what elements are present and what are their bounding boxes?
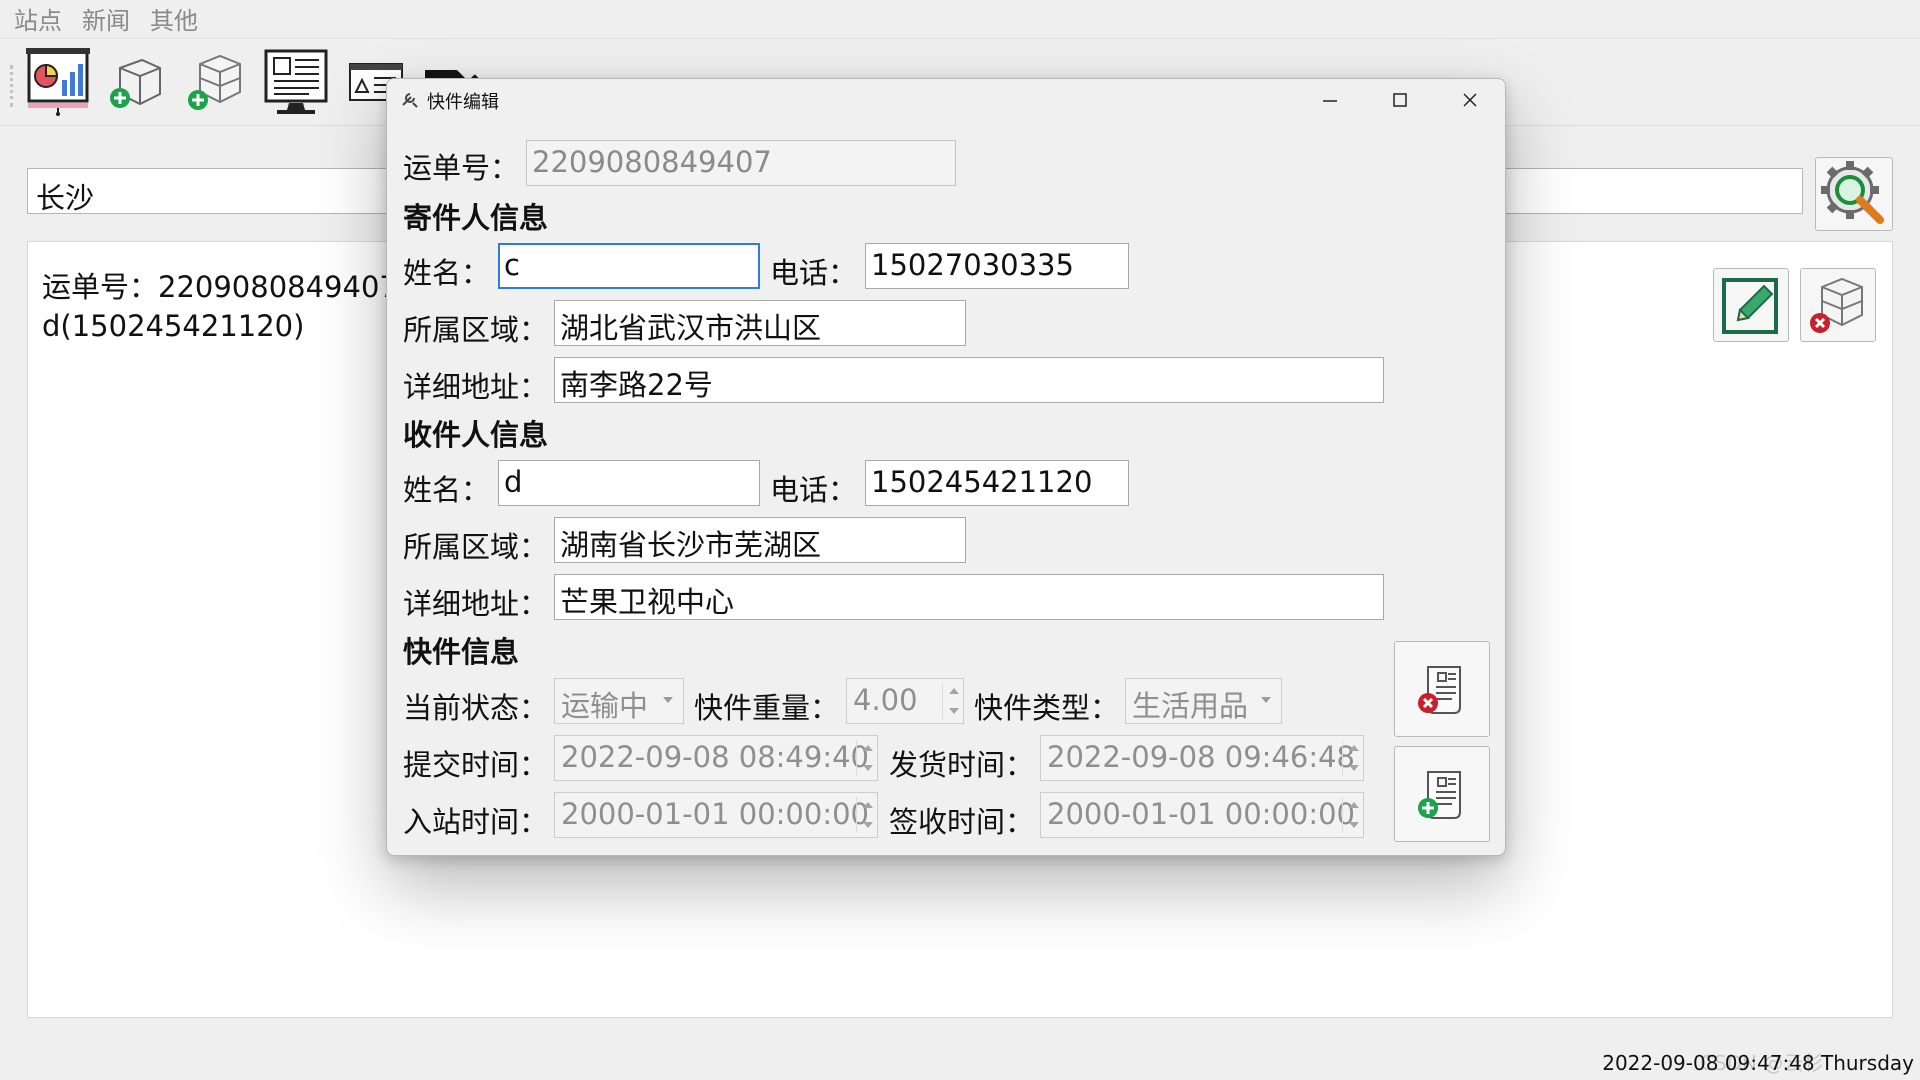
spin-down-icon[interactable]: [863, 765, 873, 771]
edit-icon: [1722, 278, 1778, 334]
dialog-titlebar[interactable]: 快件编辑: [387, 79, 1505, 121]
spin-down-icon[interactable]: [863, 822, 873, 828]
delete-box-button[interactable]: [1800, 268, 1876, 342]
type-value: 生活用品: [1132, 689, 1249, 723]
sender-name-field[interactable]: c: [498, 243, 760, 289]
add-order-icon: [1418, 771, 1461, 819]
sign-time-value: 2000-01-01 00:00:00: [1047, 797, 1355, 831]
spin-divider: [1342, 740, 1343, 776]
add-box-button[interactable]: [180, 45, 252, 119]
weight-spinbox[interactable]: 4.00: [846, 678, 964, 724]
receiver-address-field[interactable]: 芒果卫视中心: [554, 574, 1384, 620]
spin-up-icon[interactable]: [863, 802, 873, 808]
minimize-button[interactable]: [1295, 79, 1365, 121]
spin-up-icon[interactable]: [863, 745, 873, 751]
menu-other[interactable]: 其他: [150, 1, 198, 36]
menu-site[interactable]: 站点: [14, 1, 62, 36]
spin-divider: [942, 683, 943, 719]
receiver-heading: 收件人信息: [403, 418, 549, 452]
spin-down-icon[interactable]: [1349, 765, 1359, 771]
sender-region-field[interactable]: 湖北省武汉市洪山区: [554, 300, 966, 346]
ship-time-label: 发货时间：: [889, 748, 1035, 782]
status-label: 当前状态：: [403, 691, 549, 725]
receiver-region-field[interactable]: 湖南省长沙市芜湖区: [554, 517, 966, 563]
tools-icon: [402, 93, 418, 108]
weight-value: 4.00: [853, 683, 918, 717]
spin-down-icon[interactable]: [949, 708, 959, 714]
close-icon: [1463, 93, 1477, 107]
add-box-icon: [188, 54, 241, 110]
sender-heading: 寄件人信息: [403, 201, 549, 235]
sign-time-field[interactable]: 2000-01-01 00:00:00: [1040, 792, 1364, 838]
arrive-time-label: 入站时间：: [403, 805, 549, 839]
type-select[interactable]: 生活用品: [1125, 678, 1282, 724]
news-monitor-button[interactable]: [260, 45, 332, 119]
sender-region-label: 所属区域：: [403, 313, 549, 347]
sender-address-label: 详细地址：: [403, 370, 549, 404]
status-select[interactable]: 运输中: [554, 678, 684, 724]
spin-divider: [1342, 797, 1343, 833]
receiver-phone-label: 电话：: [770, 473, 858, 507]
sender-phone-label: 电话：: [770, 256, 858, 290]
parcel-edit-dialog: 快件编辑 运单号： 2209080849407 寄件人信息 姓名： c 电话： …: [386, 78, 1506, 856]
news-monitor-icon: [264, 49, 328, 114]
spin-divider: [856, 740, 857, 776]
toolbar-grip[interactable]: [10, 65, 17, 107]
waybill-label: 运单号：: [403, 151, 520, 185]
sender-address-field[interactable]: 南李路22号: [554, 357, 1384, 403]
waybill-field[interactable]: 2209080849407: [526, 140, 956, 186]
menu-bar: 站点 新闻 其他: [0, 0, 1920, 37]
dialog-title: 快件编辑: [427, 92, 499, 113]
chevron-down-icon: [663, 697, 673, 703]
spin-up-icon[interactable]: [949, 688, 959, 694]
arrive-time-field[interactable]: 2000-01-01 00:00:00: [554, 792, 878, 838]
add-package-icon: [110, 58, 161, 108]
spin-up-icon[interactable]: [1349, 745, 1359, 751]
receiver-name-field[interactable]: d: [498, 460, 760, 506]
arrive-time-value: 2000-01-01 00:00:00: [561, 797, 869, 831]
sender-phone-field[interactable]: 15027030335: [865, 243, 1129, 289]
result-card[interactable]: 运单号：2209080849407 d(150245421120): [42, 268, 398, 346]
delete-box-icon: [1810, 277, 1863, 333]
chart-board-icon: [26, 48, 90, 116]
delete-order-icon: [1418, 666, 1461, 714]
maximize-icon: [1393, 93, 1407, 107]
status-value: 运输中: [561, 689, 649, 723]
submit-time-value: 2022-09-08 08:49:40: [561, 740, 869, 774]
chart-board-button[interactable]: [22, 45, 94, 119]
result-waybill: 运单号：2209080849407: [42, 270, 398, 304]
sender-name-label: 姓名：: [403, 256, 491, 290]
submit-time-field[interactable]: 2022-09-08 08:49:40: [554, 735, 878, 781]
receiver-name-label: 姓名：: [403, 473, 491, 507]
close-button[interactable]: [1435, 79, 1505, 121]
minimize-icon: [1323, 100, 1337, 102]
search-button[interactable]: [1815, 157, 1893, 231]
gear-search-icon: [1821, 161, 1884, 224]
maximize-button[interactable]: [1365, 79, 1435, 121]
result-receiver: d(150245421120): [42, 309, 305, 343]
ship-time-value: 2022-09-08 09:46:48: [1047, 740, 1355, 774]
chevron-down-icon: [1261, 697, 1271, 703]
menu-news[interactable]: 新闻: [82, 1, 130, 36]
sign-time-label: 签收时间：: [889, 805, 1035, 839]
spin-divider: [856, 797, 857, 833]
spin-down-icon[interactable]: [1349, 822, 1359, 828]
type-label: 快件类型：: [974, 691, 1120, 725]
receiver-phone-field[interactable]: 150245421120: [865, 460, 1129, 506]
add-package-button[interactable]: [100, 45, 172, 119]
submit-time-label: 提交时间：: [403, 748, 549, 782]
status-datetime: 2022-09-08 09:47:48 Thursday: [1602, 1051, 1914, 1075]
delete-order-button[interactable]: [1394, 641, 1490, 737]
edit-button[interactable]: [1713, 268, 1789, 342]
receiver-region-label: 所属区域：: [403, 530, 549, 564]
receiver-address-label: 详细地址：: [403, 587, 549, 621]
weight-label: 快件重量：: [694, 691, 840, 725]
spin-up-icon[interactable]: [1349, 802, 1359, 808]
add-order-button[interactable]: [1394, 746, 1490, 842]
ship-time-field[interactable]: 2022-09-08 09:46:48: [1040, 735, 1364, 781]
parcel-heading: 快件信息: [403, 635, 520, 669]
